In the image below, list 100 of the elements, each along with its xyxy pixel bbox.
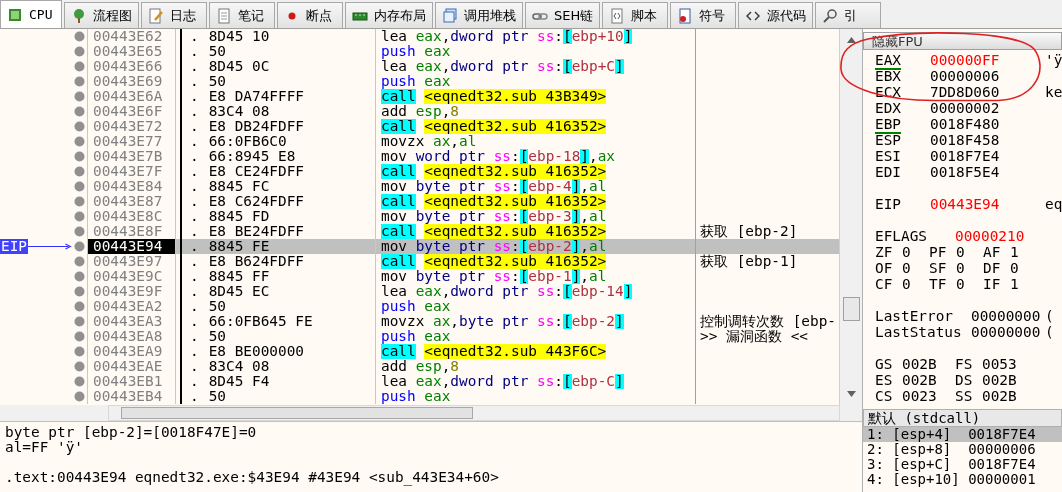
branch-mark: . [190, 284, 199, 299]
dot-icon[interactable] [74, 256, 85, 267]
register-value[interactable]: 7DD8D060 [930, 84, 1045, 100]
register-value[interactable]: 00000210 [955, 228, 1047, 244]
tab[interactable]: 符号 [670, 2, 737, 28]
dot-icon[interactable] [74, 316, 85, 327]
stack-row[interactable]: 3: [esp+C] 0018F7E4 [863, 457, 1062, 472]
tab[interactable]: 流程图 [64, 2, 139, 28]
tab[interactable]: SEH链 [525, 2, 601, 28]
dot-icon[interactable] [74, 76, 85, 87]
register-value[interactable]: 00000002 [930, 100, 1045, 116]
flag-value[interactable]: 1 [1010, 244, 1019, 260]
dot-icon[interactable] [74, 136, 85, 147]
dot-icon[interactable] [74, 121, 85, 132]
flag-value[interactable]: 0023 [902, 388, 937, 404]
tab[interactable]: CPU [0, 0, 62, 28]
scroll-up-icon[interactable] [846, 37, 856, 43]
stack-row[interactable]: 4: [esp+10] 00000001 [863, 472, 1062, 487]
scrollbar[interactable] [839, 29, 862, 405]
register-note: ( [1045, 308, 1054, 324]
address-cell: 00443E69 [88, 74, 176, 89]
register-value[interactable]: 00443E94 [930, 196, 1045, 212]
flag-value[interactable]: 0 [956, 244, 965, 260]
hide-fpu-button[interactable]: 隐藏FPU [863, 32, 1062, 50]
dot-icon[interactable] [74, 271, 85, 282]
register-name: LastStatus [875, 324, 962, 340]
disasm-row[interactable]: 00443E97 . E8 B624FDFF call <eqnedt32.sub_416352> 获取 [ebp-1] [0, 254, 840, 269]
address-cell: 00443E77 [88, 134, 176, 149]
register-value[interactable]: 00000000 [971, 308, 1045, 324]
scrollbar[interactable] [108, 405, 840, 421]
flag-value[interactable]: 002B [902, 356, 937, 372]
instruction-text: lea eax,dword ptr ss:[ebp-14] [375, 284, 695, 299]
dot-icon[interactable] [74, 301, 85, 312]
flag-value[interactable]: 002B [982, 372, 1017, 388]
flag-value[interactable]: 1 [1010, 276, 1019, 292]
dot-icon[interactable] [74, 241, 85, 252]
disasm-row[interactable]: 00443E6A . E8 DA74FFFF call <eqnedt32.sub_43B349> [0, 89, 840, 104]
dot-icon[interactable] [74, 151, 85, 162]
flag-value[interactable]: 0 [902, 244, 911, 260]
flag-value[interactable]: 0 [902, 276, 911, 292]
dot-icon[interactable] [74, 376, 85, 387]
stack-row[interactable]: 1: [esp+4] 0018F7E4 [863, 427, 1062, 442]
dot-icon[interactable] [74, 286, 85, 297]
dot-icon[interactable] [74, 181, 85, 192]
tab[interactable]: 调用堆栈 [435, 2, 523, 28]
scroll-thumb[interactable] [121, 407, 473, 419]
register-value[interactable]: 000000FF [930, 52, 1045, 68]
tab[interactable]: 日志 [141, 2, 207, 28]
register-value[interactable]: 00000000 [971, 324, 1045, 340]
flag-value[interactable]: 0053 [982, 356, 1017, 372]
instruction-text: lea eax,dword ptr ss:[ebp+10] [375, 29, 695, 44]
flag-value[interactable]: 0 [956, 276, 965, 292]
register-note: ke [1045, 84, 1062, 100]
dot-icon[interactable] [74, 31, 85, 42]
flag-value[interactable]: 0 [902, 260, 911, 276]
disasm-row[interactable]: 00443E87 . E8 C624FDFF call <eqnedt32.sub_416352> [0, 194, 840, 209]
dot-icon[interactable] [74, 211, 85, 222]
dot-icon[interactable] [74, 46, 85, 57]
stack-row[interactable]: 2: [esp+8] 00000006 [863, 442, 1062, 457]
flag-name: ES [875, 372, 894, 388]
dot-icon[interactable] [74, 196, 85, 207]
flag-value[interactable]: 0 [1010, 260, 1019, 276]
scroll-down-icon[interactable] [846, 391, 856, 397]
register-value[interactable]: 00000006 [930, 68, 1045, 84]
disasm-row[interactable]: 00443E72 . E8 DB24FDFF call <eqnedt32.sub_416352> [0, 119, 840, 134]
dot-icon[interactable] [74, 166, 85, 177]
flag-value[interactable]: 0 [956, 260, 965, 276]
disasm-row[interactable]: 00443EA9 . E8 BE000000 call <eqnedt32.sub_443F6C> [0, 344, 840, 359]
flag-value[interactable]: 002B [902, 372, 937, 388]
register-value[interactable]: 0018F7E4 [930, 148, 1045, 164]
tab[interactable]: 内存布局 [345, 2, 433, 28]
dot-icon[interactable] [74, 106, 85, 117]
disasm-row[interactable]: EIP 00443E94 . 8845 FE mov byte ptr ss:[ebp-2],al [0, 239, 840, 254]
register-value[interactable]: 0018F480 [930, 116, 1045, 132]
dot-icon[interactable] [74, 226, 85, 237]
calling-convention-header[interactable]: 默认 (stdcall) [863, 409, 1062, 427]
register-value[interactable]: 0018F5E4 [930, 164, 1045, 180]
register-value[interactable]: 0018F458 [930, 132, 1045, 148]
register-name: EIP [875, 196, 901, 212]
dot-icon[interactable] [74, 391, 85, 402]
branch-mark: . [190, 194, 199, 209]
dot-icon[interactable] [74, 91, 85, 102]
tab[interactable]: 引 [815, 2, 882, 28]
tab[interactable]: 脚本 [602, 2, 669, 28]
scroll-thumb[interactable] [843, 297, 861, 321]
dot-icon[interactable] [74, 61, 85, 72]
flag-value[interactable]: 002B [982, 388, 1017, 404]
comment-text: >> 漏洞函数 << [700, 329, 808, 344]
info-line: al=FF 'ÿ' [5, 440, 84, 455]
dot-icon[interactable] [74, 361, 85, 372]
tab[interactable]: 源代码 [738, 2, 814, 28]
bytes-cell: 83C4 08 [208, 359, 270, 374]
bytes-cell: 8845 FD [208, 209, 270, 224]
dot-icon[interactable] [74, 346, 85, 357]
flag-name: PF [929, 244, 948, 260]
branch-mark: . [190, 374, 199, 389]
tab[interactable]: 断点 [277, 2, 343, 28]
dot-icon[interactable] [74, 331, 85, 342]
tab[interactable]: 笔记 [209, 2, 275, 28]
disasm-row[interactable]: 00443E7F . E8 CE24FDFF call <eqnedt32.sub_416352> [0, 164, 840, 179]
